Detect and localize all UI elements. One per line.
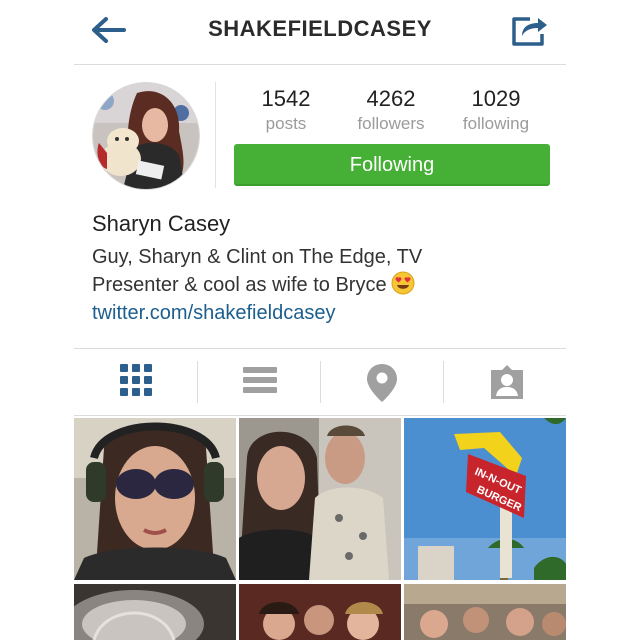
followers-label: followers bbox=[357, 114, 425, 133]
following-label: following bbox=[462, 114, 530, 133]
location-pin-icon bbox=[367, 364, 397, 402]
avatar-divider bbox=[215, 82, 216, 188]
tagged-person-icon bbox=[491, 365, 523, 399]
profile-username-title: SHAKEFIELDCASEY bbox=[208, 16, 432, 41]
bio-line-2: Presenter & cool as wife to Bryce bbox=[92, 274, 387, 296]
photo-thumbnail-3[interactable]: IN-N-OUT BURGER bbox=[404, 418, 566, 580]
photo-selfie-sunglasses bbox=[74, 418, 236, 580]
photo-thumbnail-5[interactable] bbox=[239, 584, 401, 640]
photo-thumbnail-2[interactable] bbox=[239, 418, 401, 580]
photo-thumbnail-1[interactable] bbox=[74, 418, 236, 580]
photo-group-party bbox=[239, 584, 401, 640]
list-icon bbox=[243, 367, 277, 393]
tab-tagged-photos[interactable] bbox=[443, 349, 566, 415]
profile-view-tabs bbox=[74, 348, 566, 416]
bio-line-1: Guy, Sharyn & Clint on The Edge, TV bbox=[92, 246, 423, 268]
top-bar: SHAKEFIELDCASEY bbox=[74, 0, 566, 65]
photo-crowd bbox=[404, 584, 566, 640]
photo-thumbnail-4[interactable] bbox=[74, 584, 236, 640]
posts-stat[interactable]: 1542 posts bbox=[236, 86, 336, 134]
following-stat[interactable]: 1029 following bbox=[446, 86, 546, 134]
following-count: 1029 bbox=[471, 86, 521, 111]
photo-chandelier bbox=[74, 584, 236, 640]
posts-count: 1542 bbox=[261, 86, 311, 111]
profile-bio: Guy, Sharyn & Clint on The Edge, TV Pres… bbox=[92, 243, 552, 299]
photo-thumbnail-6[interactable] bbox=[404, 584, 566, 640]
posts-label: posts bbox=[265, 114, 307, 133]
heart-eyes-emoji-icon bbox=[391, 271, 415, 295]
following-button[interactable]: Following bbox=[234, 144, 550, 186]
photo-couple-selfie bbox=[239, 418, 401, 580]
profile-website-link[interactable]: twitter.com/shakefieldcasey bbox=[92, 302, 335, 325]
profile-name: Sharyn Casey bbox=[92, 211, 231, 236]
share-icon bbox=[512, 17, 547, 46]
grid-icon bbox=[120, 364, 152, 396]
tab-map-view[interactable] bbox=[320, 349, 443, 415]
photo-grid: IN-N-OUT BURGER bbox=[74, 418, 566, 640]
profile-avatar[interactable] bbox=[92, 82, 200, 190]
tab-list-view[interactable] bbox=[197, 349, 320, 415]
followers-stat[interactable]: 4262 followers bbox=[341, 86, 441, 134]
avatar-photo bbox=[93, 83, 199, 189]
followers-count: 4262 bbox=[366, 86, 416, 111]
profile-screen: SHAKEFIELDCASEY 1542 posts 4262 follower… bbox=[74, 0, 566, 640]
share-button[interactable] bbox=[510, 14, 550, 46]
tab-grid-view[interactable] bbox=[74, 349, 197, 415]
photo-in-n-out-burger-sign: IN-N-OUT BURGER bbox=[404, 418, 566, 580]
